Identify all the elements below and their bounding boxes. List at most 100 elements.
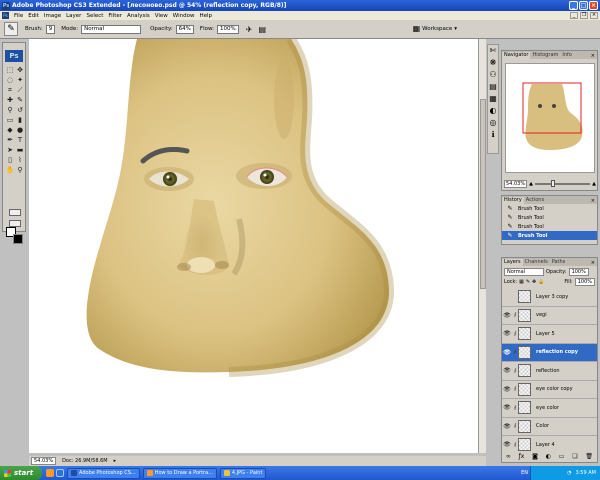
scrollbar-thumb[interactable] [480,99,486,289]
zoom-in-icon[interactable]: ▲ [592,181,596,187]
taskbar-browser[interactable]: How to Draw a Portra... [142,467,217,479]
brush-tool-icon[interactable]: ✎ [15,95,25,105]
layer-opacity-input[interactable]: 100% [568,268,589,276]
history-item[interactable]: ✎ Brush Tool [502,204,597,213]
panel-menu-icon[interactable]: × [591,198,597,204]
maximize-button[interactable]: □ [579,1,588,10]
taskbar-photoshop[interactable]: Adobe Photoshop CS... [67,467,140,479]
mode-select[interactable]: Normal [81,24,142,34]
new-group-icon[interactable]: ▭ [559,453,565,462]
lock-pixels-icon[interactable]: ✎ [526,279,530,285]
history-brush-tool-icon[interactable]: ↺ [15,105,25,115]
eye-icon[interactable]: 👁 [502,404,512,411]
menu-view[interactable]: View [155,13,168,19]
brush-size-picker[interactable]: 9 [45,24,56,34]
marquee-tool-icon[interactable]: ⬚ [5,65,15,75]
crop-tool-icon[interactable]: ⌗ [5,85,15,95]
start-button[interactable]: start [0,466,42,480]
flow-input[interactable]: 100% [217,24,239,34]
panel-menu-icon[interactable]: × [591,53,597,59]
type-tool-icon[interactable]: T [15,135,25,145]
gradient-tool-icon[interactable]: ▮ [15,115,25,125]
status-menu-arrow-icon[interactable]: ▸ [114,458,117,464]
magic-wand-tool-icon[interactable]: ✦ [15,75,25,85]
eye-icon[interactable]: 👁 [502,312,512,319]
workspace-button[interactable]: Workspace [422,26,452,32]
eye-icon[interactable]: 👁 [502,349,512,356]
firefox-icon[interactable] [46,469,54,477]
menu-filter[interactable]: Filter [108,13,122,19]
info-panel-icon[interactable]: ℹ [488,129,498,141]
notes-tool-icon[interactable]: ▯ [5,155,15,165]
eye-icon[interactable]: 👁 [502,441,512,448]
dodge-tool-icon[interactable]: ● [15,125,25,135]
doc-restore-button[interactable]: ❐ [580,12,588,19]
lock-position-icon[interactable]: ✥ [532,279,536,285]
brushes-panel-icon[interactable]: ❋ [488,57,498,69]
tab-layers[interactable]: Layers [502,259,523,266]
tablet-pressure-icon[interactable]: ▤ [258,25,266,34]
tab-paths[interactable]: Paths [550,259,568,266]
menu-edit[interactable]: Edit [28,13,39,19]
layer-row[interactable]: 👁 ∮ vegi [502,307,597,325]
clone-stamp-tool-icon[interactable]: ⚲ [5,105,15,115]
tab-navigator[interactable]: Navigator [502,52,531,59]
blur-tool-icon[interactable]: ◆ [5,125,15,135]
menu-image[interactable]: Image [44,13,61,19]
blend-mode-select[interactable]: Normal [504,268,544,276]
hand-tool-icon[interactable]: ✋ [5,165,15,175]
tab-channels[interactable]: Channels [523,259,550,266]
desktop-icon[interactable] [56,469,64,477]
menu-layer[interactable]: Layer [66,13,81,19]
eye-icon[interactable]: 👁 [502,330,512,337]
document-canvas[interactable] [29,39,478,453]
swatches-icon[interactable]: ▦ [488,93,498,105]
menu-help[interactable]: Help [199,13,212,19]
lasso-tool-icon[interactable]: ◌ [5,75,15,85]
layer-mask-icon[interactable]: ◙ [532,453,538,462]
tab-actions[interactable]: Actions [524,197,546,204]
path-selection-tool-icon[interactable]: ➤ [5,145,15,155]
layer-style-icon[interactable]: ƒx [519,453,525,462]
clone-source-icon[interactable]: ⚇ [488,69,498,81]
eyedropper-tool-icon[interactable]: ⌇ [15,155,25,165]
screen-mode-icon[interactable] [9,220,21,227]
trash-icon[interactable]: 🗑 [585,453,593,462]
tool-presets-icon[interactable]: ✄ [488,45,498,57]
eraser-tool-icon[interactable]: ▭ [5,115,15,125]
slider-knob[interactable] [551,179,556,187]
layer-row[interactable]: 👁 ∮ Layer 4 [502,436,597,455]
healing-brush-tool-icon[interactable]: ✚ [5,95,15,105]
navigator-preview[interactable] [505,63,595,173]
doc-close-button[interactable]: × [590,12,598,19]
brush-tool-icon[interactable]: ✎ [4,22,18,36]
color-panel-icon[interactable]: ◎ [488,117,498,129]
close-button[interactable]: × [589,1,598,10]
layer-row[interactable]: Layer 3 copy [502,288,597,307]
slice-tool-icon[interactable]: ⟋ [15,85,25,95]
menu-analysis[interactable]: Analysis [127,13,150,19]
language-indicator[interactable]: EN [521,470,528,476]
move-tool-icon[interactable]: ✥ [15,65,25,75]
pen-tool-icon[interactable]: ✒ [5,135,15,145]
eye-icon[interactable]: 👁 [502,367,512,374]
background-color-swatch[interactable] [13,234,23,244]
tab-info[interactable]: Info [560,52,573,59]
eye-icon[interactable]: 👁 [502,423,512,430]
layer-fill-input[interactable]: 100% [574,278,595,286]
layer-row[interactable]: 👁 ∮ eye color [502,399,597,418]
navigator-zoom-slider[interactable] [534,179,591,187]
zoom-level[interactable]: 54.03% [31,457,57,465]
layer-row[interactable]: 👁 ∮ Color [502,418,597,436]
zoom-out-icon[interactable]: ▲ [529,181,533,187]
chevron-down-icon[interactable]: ▾ [454,26,457,32]
doc-minimize-button[interactable]: _ [570,12,578,19]
shape-tool-icon[interactable]: ▬ [15,145,25,155]
adjustment-layer-icon[interactable]: ◐ [546,453,551,462]
tray-icon[interactable]: ◔ [567,470,571,476]
history-item[interactable]: ✎ Brush Tool [502,213,597,222]
lock-transparency-icon[interactable]: ▦ [519,279,524,285]
quick-mask-icon[interactable] [9,209,21,216]
history-item[interactable]: ✎ Brush Tool [502,222,597,231]
styles-icon[interactable]: ◐ [488,105,498,117]
